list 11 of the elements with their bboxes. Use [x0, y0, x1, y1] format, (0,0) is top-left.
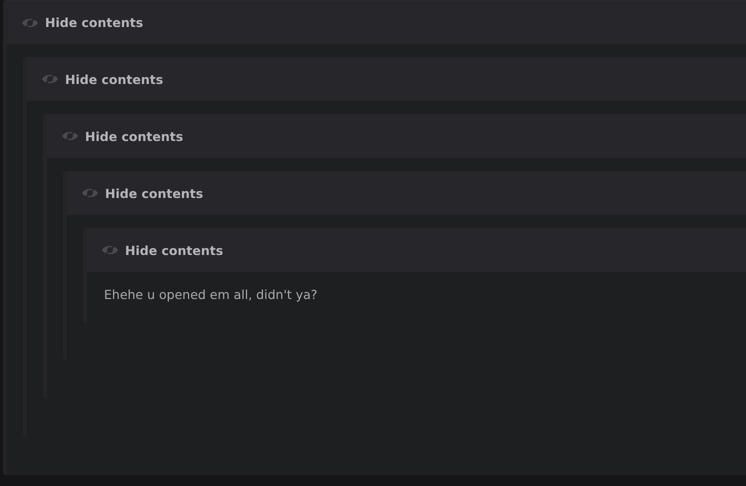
hidden-eye-icon: [101, 244, 119, 256]
hidden-eye-icon: [61, 130, 79, 142]
hide-contents-toggle[interactable]: Hide contents: [27, 57, 746, 101]
hidden-eye-icon: [21, 16, 39, 28]
hidden-eye-icon: [41, 73, 59, 85]
spoiler-text: Ehehe u opened em all, didn't ya?: [103, 286, 318, 304]
hide-contents-toggle[interactable]: Hide contents: [87, 228, 746, 272]
hide-contents-toggle[interactable]: Hide contents: [47, 114, 746, 158]
hidden-eye-icon: [81, 187, 99, 199]
hide-contents-toggle[interactable]: Hide contents: [7, 1, 746, 44]
hide-contents-toggle[interactable]: Hide contents: [67, 171, 746, 215]
